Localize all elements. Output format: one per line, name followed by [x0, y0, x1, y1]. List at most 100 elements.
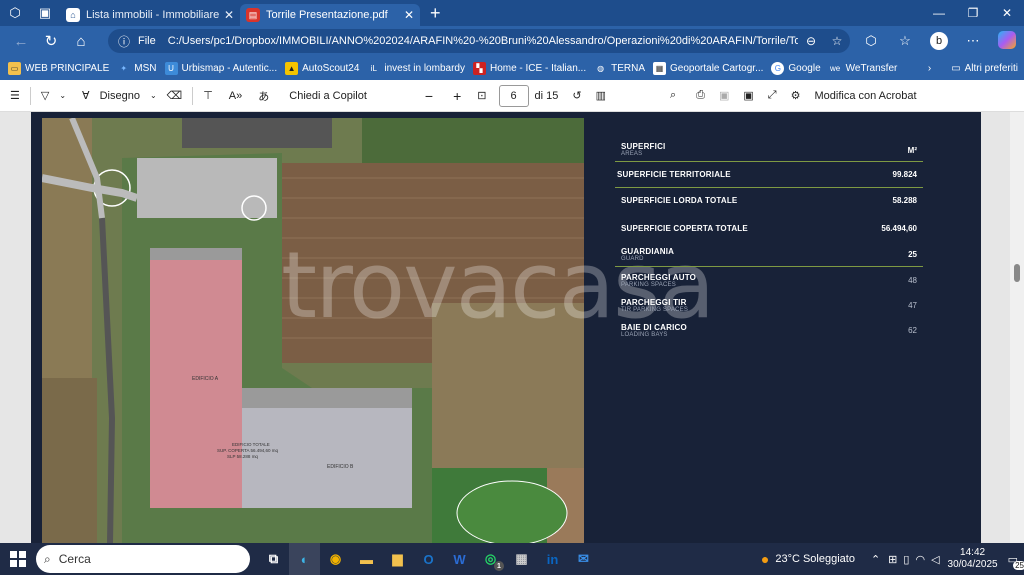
phone-link-icon[interactable]: ▯ — [903, 553, 909, 566]
refresh-icon[interactable]: ↻ — [36, 32, 66, 50]
url-field[interactable]: ⓘ File C:/Users/pc1/Dropbox/IMMOBILI/ANN… — [108, 29, 850, 53]
tab-pdf[interactable]: ▤ Torrile Presentazione.pdf ✕ — [240, 4, 420, 26]
close-tab-icon[interactable]: ✕ — [404, 8, 414, 22]
taskbar-search[interactable]: ⌕ Cerca — [36, 545, 250, 573]
chrome-icon[interactable]: ◉ — [320, 543, 351, 575]
home-icon[interactable]: ⌂ — [66, 33, 96, 50]
outlook-icon[interactable]: O — [413, 543, 444, 575]
house-icon: ⌂ — [66, 8, 80, 22]
text-box-icon[interactable]: ⊤ — [203, 89, 213, 102]
fav-label: Home - ICE - Italian... — [489, 62, 587, 74]
table-header: SUPERFICI AREAS M² — [615, 142, 923, 157]
favorites-icon[interactable]: ☆ — [888, 33, 922, 49]
read-aloud-icon[interactable]: A» — [229, 90, 242, 102]
row-label: BAIE DI CARICO LOADING BAYS — [621, 323, 687, 338]
close-window-icon[interactable]: ✕ — [990, 0, 1024, 26]
calculator-icon[interactable]: ▦ — [506, 543, 537, 575]
edge-icon[interactable]: ◐ — [289, 543, 320, 575]
fav-geoportale[interactable]: ▦ Geoportale Cartogr... — [653, 61, 764, 75]
fullscreen-icon[interactable]: ⤢ — [768, 89, 777, 102]
copilot-button[interactable]: Chiedi a Copilot — [289, 90, 367, 102]
chevron-down-icon[interactable]: ⌄ — [150, 91, 157, 100]
save-icon[interactable]: ▣ — [719, 89, 729, 102]
copilot-icon[interactable] — [990, 30, 1024, 52]
search-icon: ⌕ — [44, 551, 51, 566]
highlight-icon[interactable]: ▽ — [41, 89, 49, 102]
fav-terna[interactable]: ◍ TERNA — [594, 62, 645, 75]
fav-invest-lombardy[interactable]: iL invest in lombardy — [367, 62, 465, 75]
row-value: 58.288 — [892, 196, 917, 205]
rotate-icon[interactable]: ↺ — [572, 89, 581, 102]
msn-icon: ✦ — [120, 63, 128, 73]
eraser-icon[interactable]: ⌫ — [167, 89, 183, 102]
back-icon[interactable]: ← — [6, 33, 36, 50]
notifications-icon[interactable]: ▭ 25 — [1008, 553, 1024, 570]
mail-icon[interactable]: ✉ — [568, 543, 599, 575]
il-icon: iL — [370, 63, 377, 73]
scrollbar-thumb[interactable] — [1014, 264, 1020, 282]
fav-google[interactable]: G Google — [771, 61, 821, 75]
chevron-up-icon[interactable]: ⌃ — [871, 553, 880, 566]
other-favorites[interactable]: Altri preferiti — [965, 63, 1018, 74]
draw-button[interactable]: Disegno — [100, 90, 140, 102]
settings-gear-icon[interactable]: ⚙ — [791, 89, 801, 102]
tab-actions-icon[interactable]: ▣ — [30, 0, 60, 26]
fav-msn[interactable]: ✦ MSN — [117, 62, 156, 75]
word-icon[interactable]: W — [444, 543, 475, 575]
fav-autoscout[interactable]: ▲ AutoScout24 — [285, 61, 359, 75]
fav-web-principale[interactable]: ▭ WEB PRINCIPALE — [8, 61, 109, 75]
fav-urbismap[interactable]: U Urbismap - Autentic... — [164, 61, 277, 75]
favorite-star-icon[interactable]: ☆ — [824, 34, 850, 48]
clock[interactable]: 14:42 30/04/2025 — [948, 547, 998, 571]
more-icon[interactable]: ⋯ — [956, 33, 990, 49]
vertical-scrollbar[interactable] — [1010, 112, 1024, 543]
zoom-icon[interactable]: ⊖ — [798, 34, 824, 48]
url-scheme: File — [138, 35, 156, 47]
linkedin-icon[interactable]: in — [537, 543, 568, 575]
page-number-input[interactable]: 6 — [498, 84, 529, 107]
info-icon[interactable]: ⓘ — [118, 33, 130, 50]
files-folder-icon[interactable]: ▆ — [382, 543, 413, 575]
workspaces-icon[interactable]: ⬡ — [0, 0, 30, 26]
chevron-down-icon[interactable]: ⌄ — [59, 91, 66, 100]
urbismap-icon: U — [164, 61, 178, 75]
pdf-viewer[interactable]: EDIFICIO A EDIFICIO B EDIFICIO TOTALE SU… — [0, 112, 1024, 543]
whatsapp-icon[interactable]: ◎ 1 — [475, 543, 506, 575]
weather-text[interactable]: 23°C Soleggiato — [775, 553, 855, 565]
search-icon[interactable]: ⌕ — [670, 89, 676, 102]
extensions-icon[interactable]: ⬡ — [854, 33, 888, 49]
contents-icon[interactable]: ☰ — [10, 89, 20, 102]
fit-page-icon[interactable]: ⊡ — [477, 89, 486, 102]
row-value: 62 — [908, 326, 917, 335]
task-view-icon[interactable]: ⧉ — [258, 543, 289, 575]
favorites-bar: ▭ WEB PRINCIPALE ✦ MSN U Urbismap - Autenti… — [0, 56, 1024, 80]
zoom-in-icon[interactable]: + — [453, 88, 461, 104]
fav-wetransfer[interactable]: we WeTransfer — [829, 62, 897, 75]
minimize-icon[interactable]: — — [922, 0, 956, 26]
chevron-right-icon[interactable]: › — [928, 63, 931, 74]
tab-label: Torrile Presentazione.pdf — [266, 9, 388, 21]
new-tab-icon[interactable]: + — [430, 3, 441, 24]
restore-icon[interactable]: ❐ — [956, 0, 990, 26]
fav-ice[interactable]: ▚ Home - ICE - Italian... — [472, 61, 587, 75]
print-icon[interactable]: ⎙ — [696, 89, 705, 102]
file-explorer-icon[interactable]: ▬ — [351, 543, 382, 575]
draw-icon[interactable]: ∀ — [82, 89, 90, 102]
translate-icon[interactable]: あ — [258, 88, 269, 104]
volume-icon[interactable]: ◁ — [931, 553, 939, 566]
zoom-out-icon[interactable]: − — [425, 88, 433, 104]
tab-immobiliare[interactable]: ⌂ Lista immobili - ImmobiliarePro ✕ — [60, 4, 240, 26]
fav-label: Geoportale Cartogr... — [670, 62, 764, 74]
weather-sun-icon[interactable]: ● — [761, 551, 769, 567]
page-view-icon[interactable]: ▥ — [596, 89, 606, 102]
edit-acrobat-button[interactable]: Modifica con Acrobat — [814, 90, 916, 102]
profile-avatar[interactable]: b — [922, 32, 956, 50]
network-icon[interactable]: ⊞ — [888, 553, 897, 566]
windows-start-icon[interactable] — [0, 551, 36, 567]
save-as-icon[interactable]: ▣ — [743, 89, 753, 102]
wifi-icon[interactable]: ◠ — [915, 553, 925, 566]
table-row: PARCHEGGI AUTO PARKING SPACES 48 — [615, 273, 923, 288]
pdf-toolbar: ☰ ▽ ⌄ ∀ Disegno ⌄ ⌫ ⊤ A» あ Chiedi a Copi… — [0, 80, 1024, 112]
url-path[interactable]: C:/Users/pc1/Dropbox/IMMOBILI/ANNO%20202… — [168, 35, 798, 47]
close-tab-icon[interactable]: ✕ — [224, 8, 234, 22]
